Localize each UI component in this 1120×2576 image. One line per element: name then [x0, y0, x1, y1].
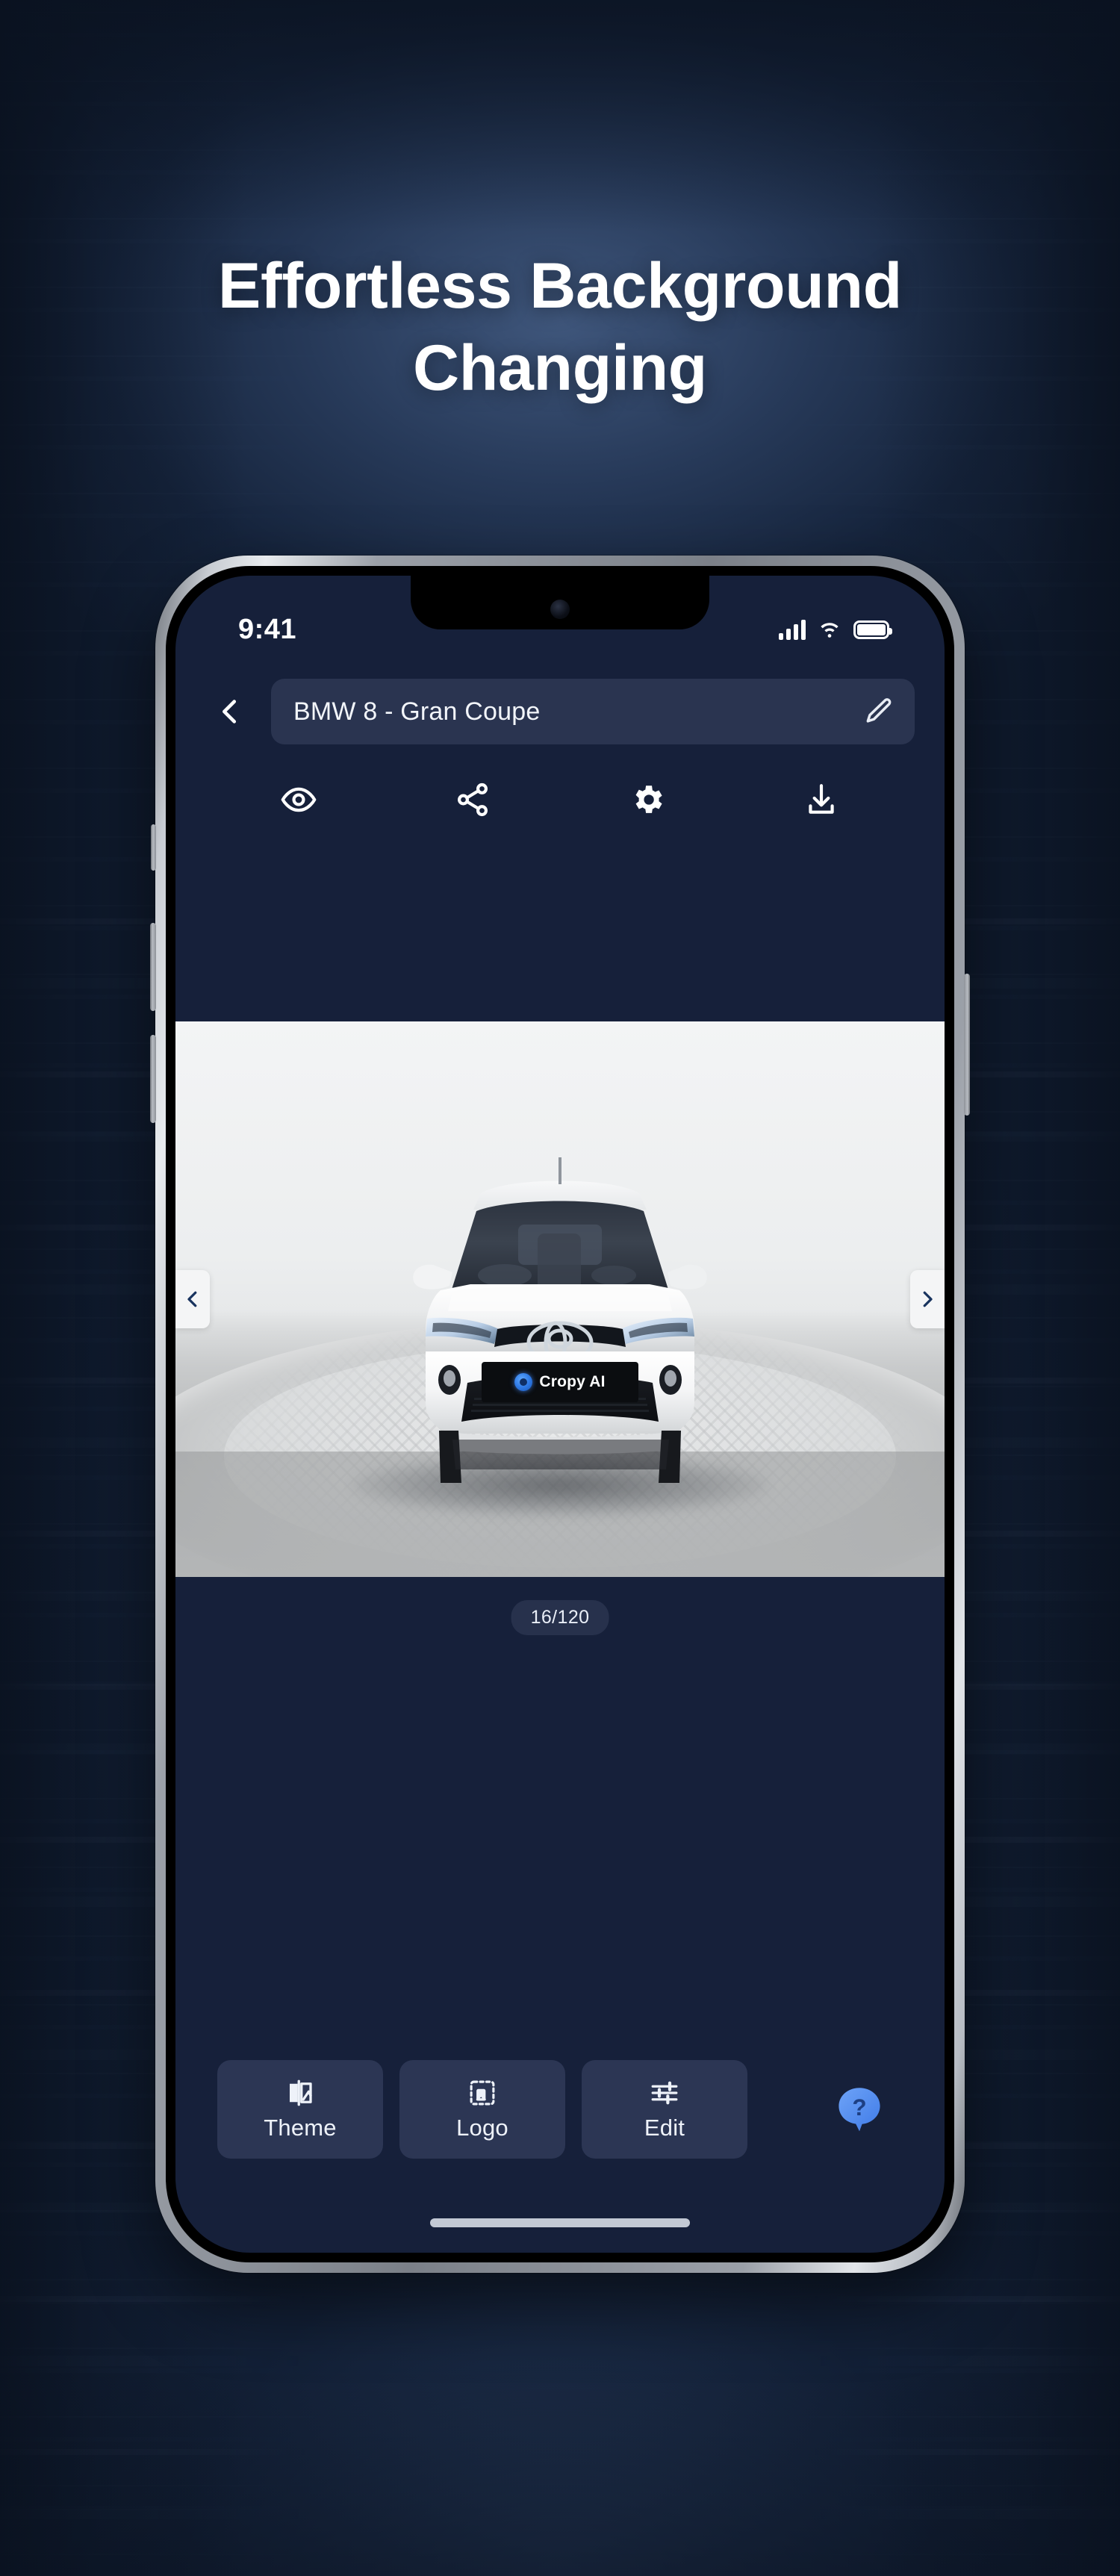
- theme-flip-icon: [290, 2079, 312, 2106]
- download-button[interactable]: [735, 759, 909, 840]
- status-time: 9:41: [238, 613, 297, 645]
- phone-power-button: [964, 974, 970, 1116]
- status-icons: [779, 617, 892, 643]
- pencil-icon[interactable]: [862, 695, 895, 728]
- page-title: Effortless Background Changing: [218, 250, 902, 405]
- theme-button-label: Theme: [264, 2115, 337, 2141]
- logo-button[interactable]: Logo: [399, 2060, 565, 2159]
- phone-notch: [411, 576, 709, 629]
- theme-button[interactable]: Theme: [217, 2060, 383, 2159]
- previous-photo-button[interactable]: [175, 1270, 210, 1328]
- phone-bezel: 9:41 BMW 8 - Gran Coupe Cropy AI 16/120 …: [166, 566, 954, 2262]
- share-icon: [458, 783, 488, 817]
- phone-mockup: 9:41 BMW 8 - Gran Coupe Cropy AI 16/120 …: [150, 556, 970, 2273]
- back-button[interactable]: [207, 688, 253, 735]
- watermark-plate: Cropy AI: [482, 1362, 638, 1402]
- wifi-icon: [818, 617, 841, 643]
- app-top-bar: BMW 8 - Gran Coupe: [175, 677, 945, 746]
- edit-button[interactable]: Edit: [582, 2060, 747, 2159]
- cellular-signal-icon: [779, 619, 806, 640]
- eye-icon: [281, 787, 317, 812]
- action-toolbar: [175, 759, 945, 840]
- project-title-value[interactable]: BMW 8 - Gran Coupe: [293, 697, 853, 727]
- bottom-toolbar: Theme Logo Edit ?: [175, 2059, 945, 2160]
- phone-screen: 9:41 BMW 8 - Gran Coupe Cropy AI 16/120 …: [175, 576, 945, 2253]
- help-button[interactable]: ?: [833, 2082, 886, 2136]
- logo-button-label: Logo: [456, 2115, 508, 2141]
- chevron-right-icon: [923, 1291, 933, 1307]
- phone-volume-up-button: [150, 923, 156, 1011]
- photo-viewer[interactable]: Cropy AI: [175, 1021, 945, 1577]
- chevron-left-icon: [223, 700, 237, 724]
- svg-text:?: ?: [852, 2094, 866, 2121]
- project-title-field[interactable]: BMW 8 - Gran Coupe: [271, 679, 915, 744]
- download-icon: [809, 784, 834, 814]
- edit-button-label: Edit: [644, 2115, 685, 2141]
- front-camera-icon: [550, 600, 570, 619]
- help-bubble-icon: ?: [839, 2088, 880, 2132]
- preview-button[interactable]: [211, 759, 386, 840]
- sliders-icon: [651, 2081, 678, 2105]
- home-indicator: [430, 2218, 690, 2227]
- chevron-left-icon: [187, 1291, 197, 1307]
- battery-full-icon: [853, 620, 892, 639]
- cropy-ai-logo-icon: [514, 1373, 533, 1391]
- logo-placeholder-icon: [470, 2080, 495, 2106]
- phone-silent-switch: [151, 824, 156, 871]
- share-button[interactable]: [386, 759, 561, 840]
- settings-button[interactable]: [560, 759, 735, 840]
- next-photo-button[interactable]: [910, 1270, 945, 1328]
- vehicle-photo: [321, 1105, 799, 1523]
- phone-volume-down-button: [150, 1035, 156, 1123]
- poster-canvas: Effortless Background Changing 9:41 BMW …: [0, 0, 1120, 2576]
- gear-icon: [635, 785, 662, 813]
- photo-counter-badge: 16/120: [511, 1600, 609, 1635]
- watermark-text: Cropy AI: [539, 1373, 606, 1390]
